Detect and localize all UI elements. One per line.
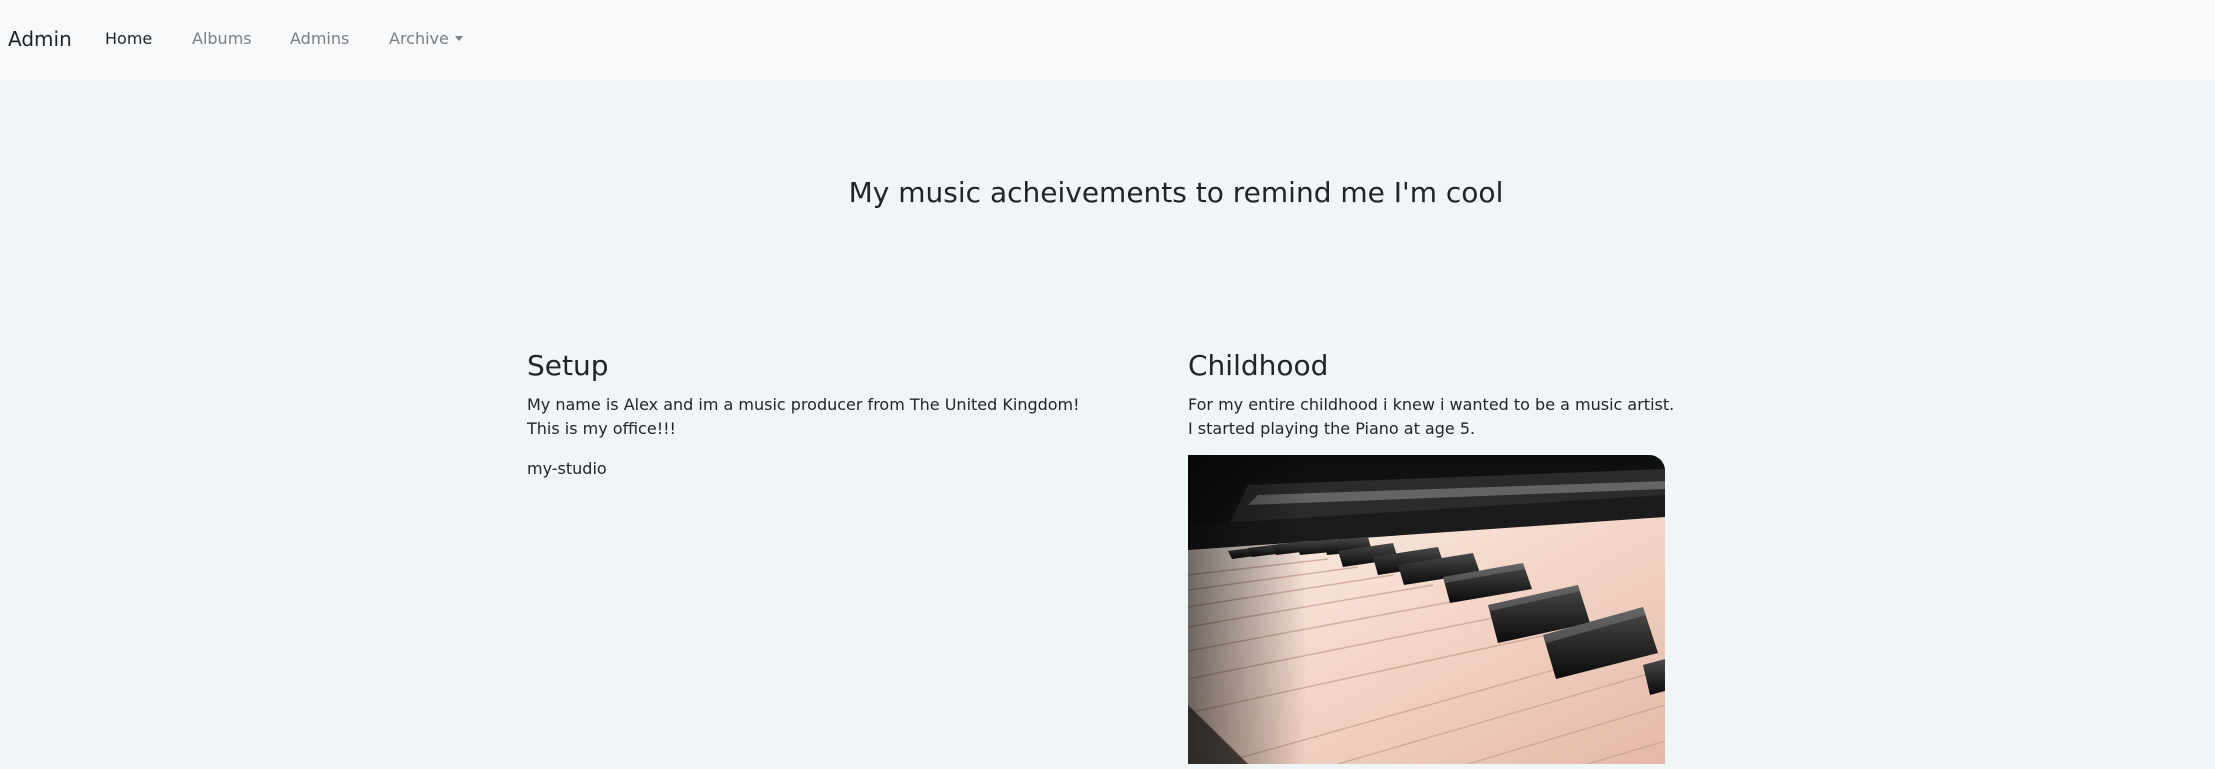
section-heading-setup: Setup	[527, 349, 609, 382]
page-title: My music acheivements to remind me I'm c…	[848, 176, 1504, 209]
section-setup: Setup My name is Alex and im a music pro…	[527, 345, 1127, 481]
nav-link-home[interactable]: Home	[105, 28, 152, 50]
childhood-text-line-2: I started playing the Piano at age 5.	[1188, 419, 1476, 438]
navbar-brand[interactable]: Admin	[8, 24, 72, 54]
section-heading-childhood: Childhood	[1188, 349, 1329, 382]
caret-down-icon	[454, 36, 463, 41]
nav-link-archive-label: Archive	[389, 29, 449, 48]
nav-link-admins[interactable]: Admins	[290, 28, 349, 50]
setup-text-line-1: My name is Alex and im a music producer …	[527, 395, 1080, 414]
nav-link-albums[interactable]: Albums	[192, 28, 252, 50]
navbar: Admin Home Albums Admins Archive	[0, 0, 2215, 80]
piano-image	[1188, 455, 1665, 764]
childhood-text-line-1: For my entire childhood i knew i wanted …	[1188, 395, 1675, 414]
nav-link-archive-dropdown[interactable]: Archive	[389, 28, 463, 50]
setup-text-line-2: This is my office!!!	[527, 419, 676, 438]
studio-image-alt-text: my-studio	[527, 459, 607, 478]
piano-keys-illustration	[1188, 455, 1665, 764]
section-childhood: Childhood For my entire childhood i knew…	[1188, 345, 1708, 441]
